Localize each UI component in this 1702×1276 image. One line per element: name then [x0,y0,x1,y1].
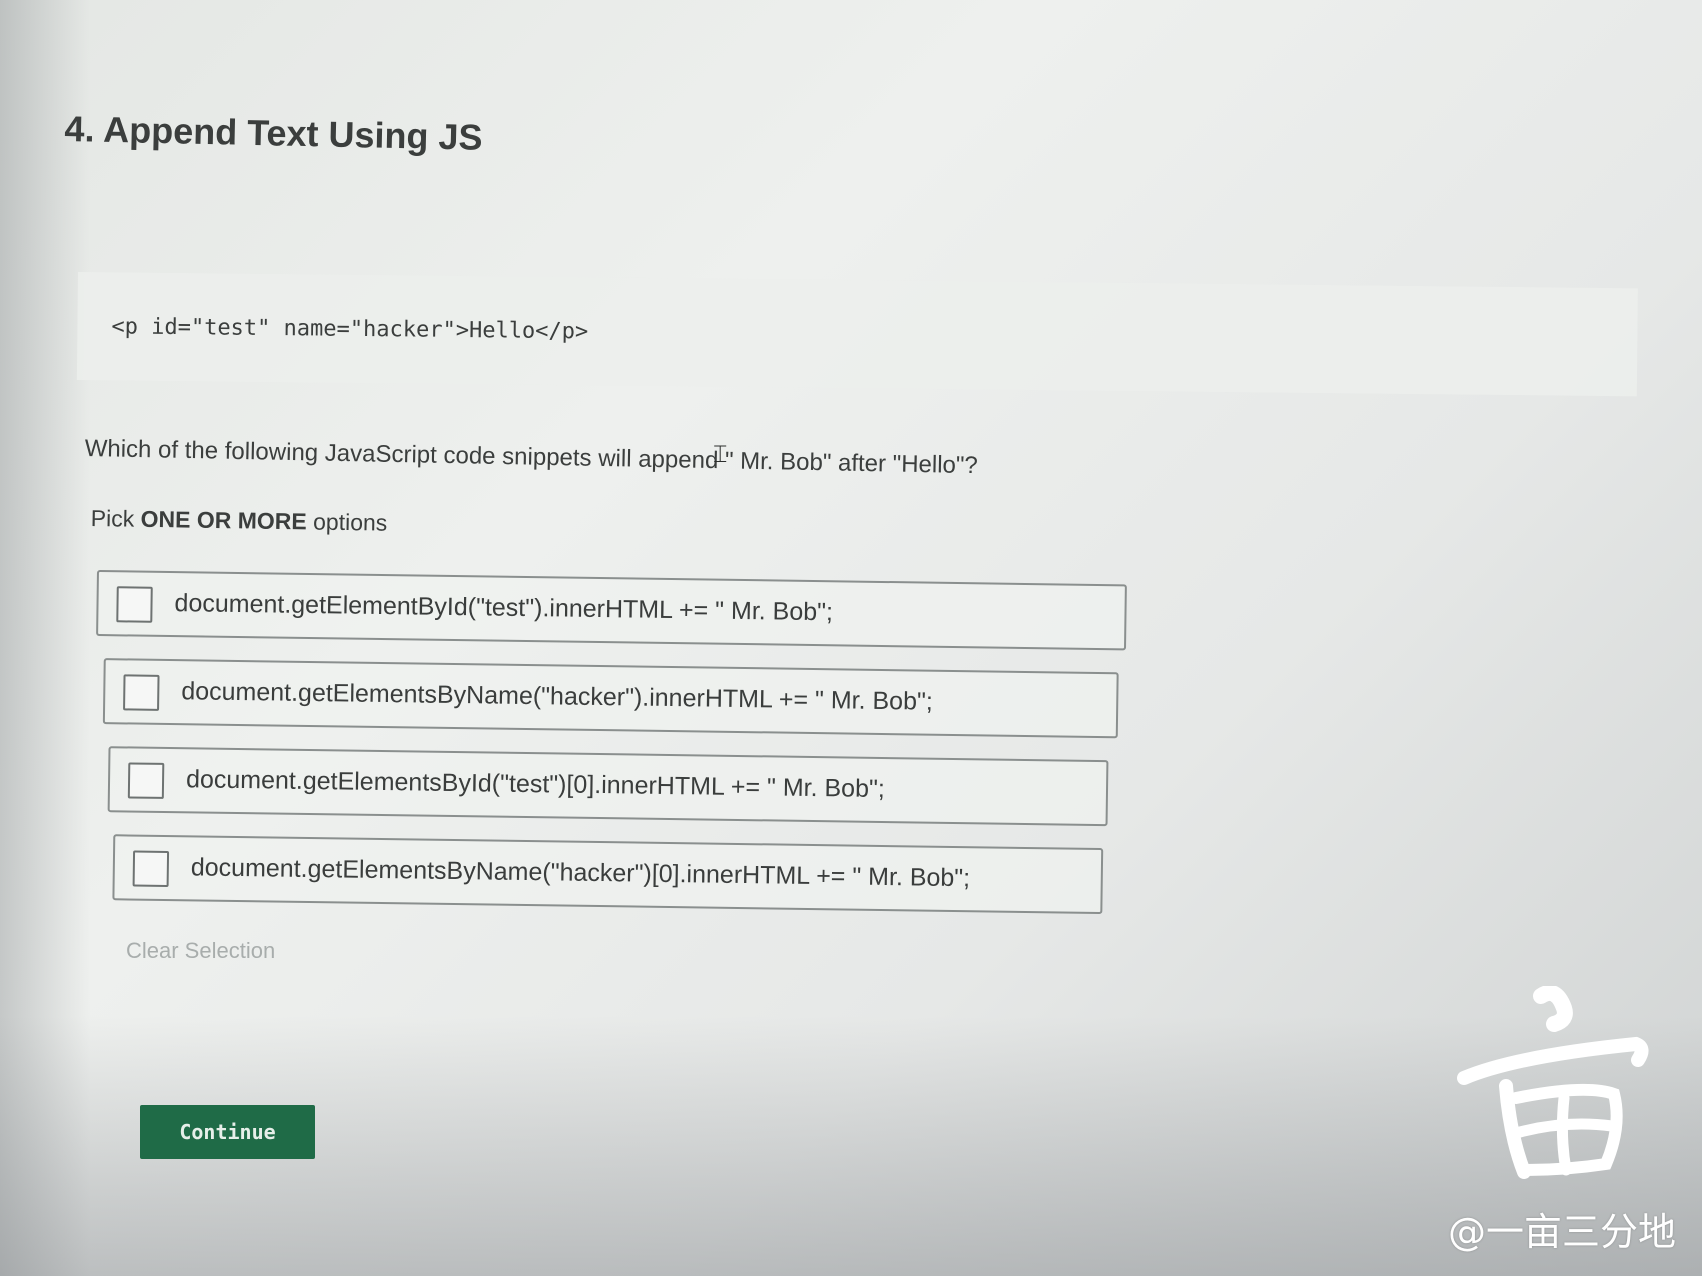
clear-selection-link[interactable]: Clear Selection [126,938,275,964]
option-3[interactable]: document.getElementsById("test")[0].inne… [107,746,1109,827]
question-title: 4. Append Text Using JS [64,108,483,158]
text-cursor-icon: ⌶ [713,440,728,468]
option-3-label: document.getElementsById("test")[0].inne… [185,765,885,804]
option-4-label: document.getElementsByName("hacker")[0].… [190,853,971,893]
checkbox-icon[interactable] [116,586,153,623]
watermark: @一亩三分地 [1416,986,1676,1256]
checkbox-icon[interactable] [127,762,165,799]
question-prompt: Which of the following JavaScript code s… [84,435,979,480]
checkbox-icon[interactable] [132,850,170,888]
code-snippet: <p id="test" name="hacker">Hello</p> [111,314,589,345]
watermark-handle: @一亩三分地 [1447,1210,1676,1254]
option-1-label: document.getElementById("test").innerHTM… [174,589,834,627]
watermark-logo-icon [1457,986,1649,1179]
code-block: <p id="test" name="hacker">Hello</p> [76,272,1638,397]
instruction-emphasis: ONE OR MORE [140,505,307,535]
instruction-prefix: Pick [90,505,141,532]
instruction-suffix: options [306,508,388,536]
continue-button[interactable]: Continue [140,1105,315,1159]
selection-instruction: Pick ONE OR MORE options [91,505,388,537]
options-list: document.getElementById("test").innerHTM… [92,570,1127,936]
checkbox-icon[interactable] [123,674,160,711]
option-2[interactable]: document.getElementsByName("hacker").inn… [102,658,1119,739]
option-4[interactable]: document.getElementsByName("hacker")[0].… [112,834,1104,915]
option-2-label: document.getElementsByName("hacker").inn… [181,677,933,716]
option-1[interactable]: document.getElementById("test").innerHTM… [96,570,1127,651]
